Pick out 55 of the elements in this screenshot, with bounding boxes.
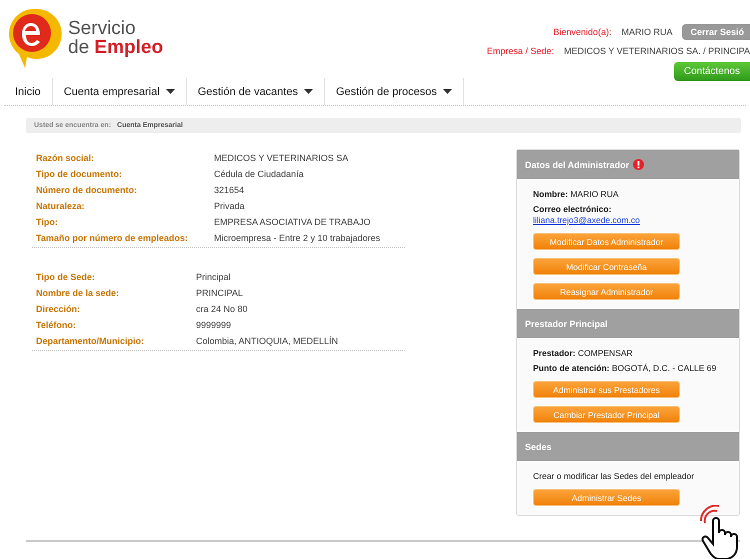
email-link[interactable]: liliana.trejo3@axede.com.co — [533, 215, 723, 225]
field-value: MEDICOS Y VETERINARIOS SA — [214, 153, 350, 163]
field-value: 321654 — [214, 185, 246, 195]
nav-item[interactable]: Inicio — [4, 78, 53, 105]
field-value: 9999999 — [196, 320, 232, 330]
field-value: Cédula de Ciudadanía — [214, 169, 305, 179]
contact-button[interactable]: Contáctenos — [674, 62, 750, 81]
nav-item[interactable]: Cuenta empresarial — [52, 78, 187, 105]
panel-title: Datos del Administrador — [525, 160, 630, 170]
field-label: Tipo de documento: — [36, 169, 123, 179]
field-label: Tamaño por número de empleados: — [36, 233, 189, 243]
field-label: Dirección: — [36, 304, 82, 314]
field-label: Teléfono: — [36, 320, 77, 330]
user-name: MARIO RUA — [621, 27, 672, 37]
logo-icon — [8, 7, 62, 69]
caret-icon — [442, 89, 452, 94]
field-value: Privada — [214, 201, 246, 211]
brand-title: Servicio — [68, 19, 137, 38]
action-button[interactable]: Modificar Datos Administrador — [533, 233, 680, 250]
field-label: Número de documento: — [36, 185, 138, 195]
field-label: Tipo de Sede: — [36, 272, 96, 282]
panel-text: Correo electrónico: — [533, 204, 612, 214]
brand-title: Empleo — [94, 37, 164, 58]
panel-title: Sedes — [525, 442, 552, 452]
field-value: PRINCIPAL — [196, 288, 244, 298]
field-value: Microempresa - Entre 2 y 10 trabajadores — [214, 233, 382, 243]
nav-item[interactable]: Gestión de procesos — [324, 78, 464, 105]
action-button[interactable]: Administrar sus Prestadores — [533, 381, 680, 398]
field-label: Departamento/Municipio: — [36, 336, 146, 346]
panel-text: Nombre: MARIO RUA — [533, 189, 620, 199]
welcome-label: Bienvenido(a): — [553, 27, 612, 37]
action-button[interactable]: Modificar Contraseña — [533, 258, 680, 275]
logout-button[interactable]: Cerrar Sesió — [682, 24, 750, 40]
panel-text: Prestador: COMPENSAR — [533, 348, 634, 358]
field-label: Tipo: — [36, 217, 59, 227]
nav-item[interactable]: Gestión de vacantes — [186, 78, 325, 105]
panel-text: Punto de atención: BOGOTÁ, D.C. - CALLE 69 — [533, 363, 718, 373]
field-label: Razón social: — [36, 153, 96, 163]
field-value: Principal — [196, 272, 232, 282]
company-value: MEDICOS Y VETERINARIOS SA. / PRINCIPA — [564, 46, 750, 56]
alert-icon — [633, 159, 644, 170]
panel-text: Crear o modificar las Sedes del empleador — [533, 471, 696, 481]
field-label: Naturaleza: — [36, 201, 86, 211]
caret-icon — [166, 89, 175, 94]
field-value: EMPRESA ASOCIATIVA DE TRABAJO — [214, 217, 372, 227]
field-value: cra 24 No 80 — [196, 304, 249, 314]
company-label: Empresa / Sede: — [486, 46, 554, 56]
field-value: Colombia, ANTIOQUIA, MEDELLÍN — [196, 336, 340, 346]
action-button[interactable]: Reasignar Administrador — [533, 283, 680, 300]
panel-title: Prestador Principal — [525, 318, 608, 328]
field-label: Nombre de la sede: — [36, 288, 120, 298]
action-button[interactable]: Cambiar Prestador Principal — [533, 406, 680, 423]
action-button[interactable]: Administrar Sedes — [533, 489, 680, 506]
caret-icon — [304, 89, 313, 94]
brand-title: de — [68, 37, 90, 58]
